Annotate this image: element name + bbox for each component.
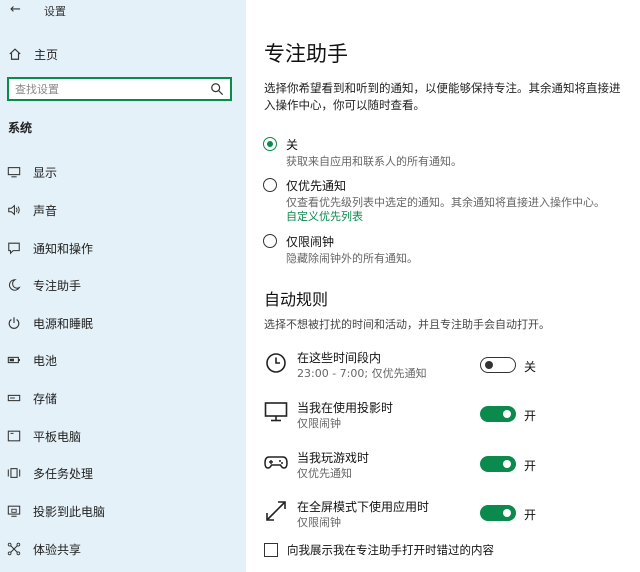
main-panel: 专注助手 选择你希望看到和听到的通知，以便能够保持专注。其余通知将直接进入操作中…: [246, 0, 640, 572]
share-icon: [7, 542, 21, 556]
tablet-icon: [7, 430, 21, 442]
page-description: 选择你希望看到和听到的通知，以便能够保持专注。其余通知将直接进入操作中心，你可以…: [264, 81, 621, 112]
search-icon[interactable]: [210, 82, 224, 96]
sidebar-item-label: 平板电脑: [33, 429, 82, 444]
sidebar-item-tablet[interactable]: 平板电脑: [0, 425, 81, 447]
speaker-icon: [8, 204, 20, 216]
moon-icon: [8, 279, 21, 291]
sidebar-item-notifications[interactable]: 通知和操作: [0, 237, 93, 259]
rule-gaming-state: 开: [524, 459, 537, 473]
notification-icon: [8, 242, 20, 255]
home-label: 主页: [34, 47, 59, 62]
sidebar-item-focus-assist[interactable]: 专注助手: [0, 274, 81, 296]
sidebar-item-label: 投影到此电脑: [33, 504, 106, 519]
rule-gaming-title[interactable]: 当我玩游戏时: [297, 449, 369, 466]
sidebar-item-power[interactable]: 电源和睡眠: [0, 312, 93, 334]
display-icon: [264, 402, 288, 422]
rule-projecting-state: 开: [524, 409, 537, 423]
rule-fullscreen-toggle[interactable]: [480, 505, 516, 521]
show-summary-label: 向我展示我在专注助手打开时错过的内容: [287, 543, 494, 557]
sidebar-item-battery[interactable]: 电池: [0, 349, 57, 371]
rule-projecting-sub: 仅限闹钟: [297, 417, 341, 430]
rule-time-title[interactable]: 在这些时间段内: [297, 349, 381, 366]
sidebar-item-label: 体验共享: [33, 542, 82, 557]
search-box[interactable]: [7, 77, 232, 101]
auto-rules-title: 自动规则: [264, 290, 329, 309]
sidebar: ← 设置 主页 系统 显示 声音 通知和操作 专注助手 电源和睡眠 电池 存储 …: [0, 0, 246, 572]
toggle-knob: [503, 410, 511, 418]
option-alarms-description: 隐藏除闹钟外的所有通知。: [286, 252, 418, 265]
customize-priority-list-link[interactable]: 自定义优先列表: [286, 208, 363, 224]
rule-time-toggle[interactable]: [480, 357, 516, 373]
sidebar-item-project[interactable]: 投影到此电脑: [0, 500, 105, 522]
rule-gaming-sub: 仅优先通知: [297, 467, 352, 480]
multitask-icon: [7, 468, 21, 478]
auto-rules-description: 选择不想被打扰的时间和活动，并且专注助手会自动打开。: [264, 318, 550, 331]
rule-projecting-title[interactable]: 当我在使用投影时: [297, 399, 393, 416]
sidebar-item-label: 显示: [33, 165, 58, 180]
sidebar-item-display[interactable]: 显示: [0, 161, 57, 183]
sidebar-item-label: 多任务处理: [33, 466, 94, 481]
option-off-description: 获取来自应用和联系人的所有通知。: [286, 155, 462, 168]
sidebar-item-sound[interactable]: 声音: [0, 199, 57, 221]
rule-time-sub: 23:00 - 7:00; 仅优先通知: [297, 367, 427, 380]
rule-time-state: 关: [524, 360, 537, 374]
section-title: 系统: [8, 121, 33, 135]
back-arrow-icon[interactable]: ←: [10, 2, 21, 17]
radio-off[interactable]: [263, 137, 277, 151]
monitor-icon: [7, 167, 21, 178]
search-input[interactable]: [9, 80, 210, 98]
sidebar-item-label: 电源和睡眠: [33, 316, 94, 331]
fullscreen-icon: [266, 501, 286, 521]
sidebar-item-label: 专注助手: [33, 278, 82, 293]
show-summary-checkbox[interactable]: [264, 543, 278, 557]
option-off-label: 关: [286, 138, 299, 152]
home-icon: [9, 48, 21, 60]
toggle-knob: [485, 360, 493, 369]
window-title: 设置: [44, 5, 66, 18]
toggle-knob: [503, 460, 511, 468]
rule-gaming-toggle[interactable]: [480, 456, 516, 472]
radio-alarms-only[interactable]: [263, 234, 277, 248]
option-priority-label: 仅优先通知: [286, 179, 347, 193]
toggle-knob: [503, 509, 511, 517]
sidebar-item-label: 电池: [33, 353, 58, 368]
rule-fullscreen-state: 开: [524, 508, 537, 522]
option-alarms-label: 仅限闹钟: [286, 235, 335, 249]
sidebar-item-storage[interactable]: 存储: [0, 387, 57, 409]
rule-fullscreen-title[interactable]: 在全屏模式下使用应用时: [297, 498, 429, 515]
rule-projecting-toggle[interactable]: [480, 406, 516, 422]
sidebar-item-label: 通知和操作: [33, 241, 94, 256]
rule-fullscreen-sub: 仅限闹钟: [297, 516, 341, 529]
clock-icon: [266, 353, 286, 373]
sidebar-item-multitasking[interactable]: 多任务处理: [0, 462, 93, 484]
power-icon: [8, 317, 20, 329]
storage-icon: [7, 394, 21, 402]
home-nav-item[interactable]: 主页: [8, 44, 58, 64]
project-icon: [7, 505, 21, 517]
sidebar-item-shared-experiences[interactable]: 体验共享: [0, 538, 81, 560]
battery-icon: [7, 356, 20, 364]
page-title: 专注助手: [264, 42, 348, 66]
sidebar-item-label: 声音: [33, 203, 58, 218]
gamepad-icon: [264, 456, 288, 469]
radio-priority-only[interactable]: [263, 178, 277, 192]
sidebar-item-label: 存储: [33, 391, 58, 406]
